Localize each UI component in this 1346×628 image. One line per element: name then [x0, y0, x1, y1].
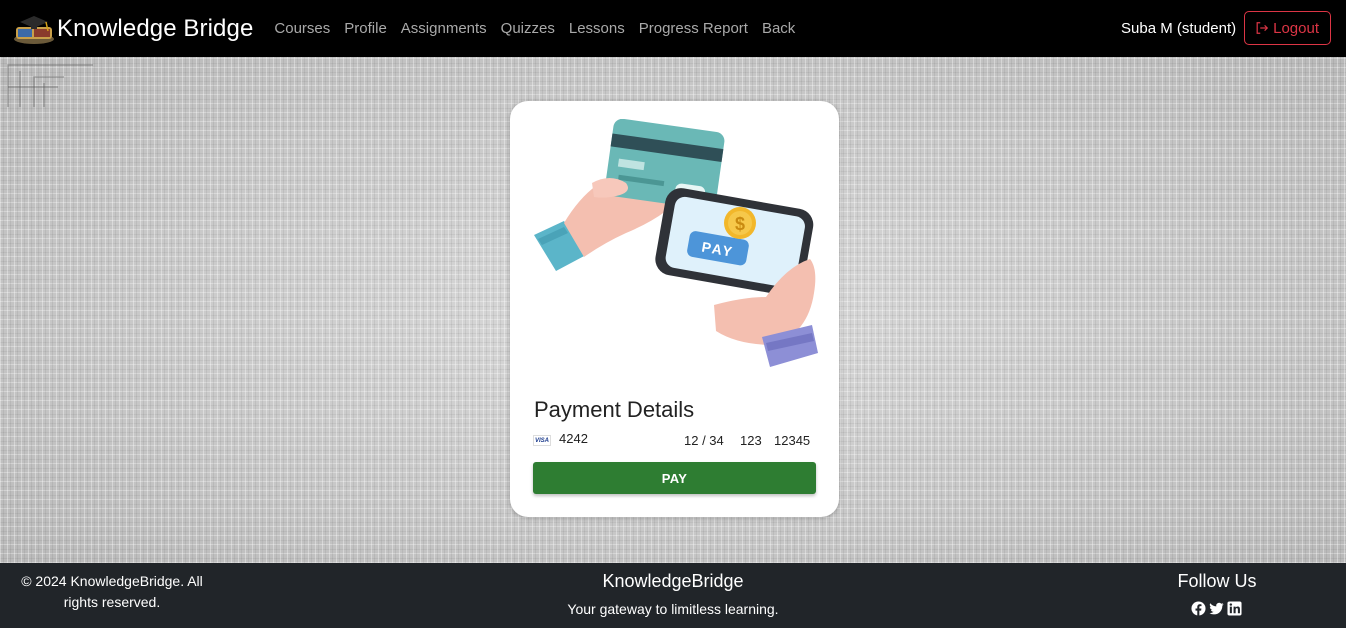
footer-tagline: Your gateway to limitless learning. — [567, 601, 779, 617]
brand-logo-icon — [14, 15, 54, 44]
top-navbar: Knowledge Bridge Courses Profile Assignm… — [0, 0, 1346, 57]
main-content: PAY $ Payment Details VISA 4242 12 / 34 … — [0, 57, 1346, 563]
brand-name: Knowledge Bridge — [57, 14, 254, 42]
svg-text:$: $ — [735, 214, 745, 234]
nav-link-back[interactable]: Back — [762, 20, 795, 37]
social-icons — [1191, 601, 1242, 616]
footer-brand: KnowledgeBridge — [602, 571, 744, 591]
nav-link-progress-report[interactable]: Progress Report — [639, 20, 748, 37]
payment-illustration: PAY $ — [534, 119, 818, 367]
logout-button[interactable]: Logout — [1244, 11, 1331, 45]
nav-link-quizzes[interactable]: Quizzes — [501, 20, 555, 37]
footer: © 2024 KnowledgeBridge. All rights reser… — [0, 563, 1346, 628]
card-zip-field[interactable]: 12345 — [774, 433, 810, 448]
nav-link-profile[interactable]: Profile — [344, 20, 387, 37]
pay-button[interactable]: PAY — [533, 462, 816, 494]
nav-link-courses[interactable]: Courses — [274, 20, 330, 37]
background-pattern-mark — [7, 64, 93, 107]
facebook-icon[interactable] — [1191, 601, 1206, 616]
current-user: Suba M (student) — [1121, 19, 1237, 37]
payment-card: PAY $ Payment Details VISA 4242 12 / 34 … — [510, 101, 839, 517]
nav-link-assignments[interactable]: Assignments — [401, 20, 487, 37]
card-cvc-field[interactable]: 123 — [740, 433, 762, 448]
follow-us-title: Follow Us — [1177, 571, 1257, 591]
visa-card-icon: VISA — [533, 435, 551, 446]
brand[interactable]: Knowledge Bridge — [12, 13, 253, 45]
card-number-field[interactable]: 4242 — [559, 431, 588, 446]
logout-label: Logout — [1273, 19, 1319, 37]
nav-user-area: Suba M (student) Logout — [1121, 11, 1331, 45]
payment-details-title: Payment Details — [534, 397, 695, 422]
nav-links: Courses Profile Assignments Quizzes Less… — [267, 20, 802, 37]
card-input-row[interactable]: VISA 4242 12 / 34 123 12345 — [533, 431, 813, 449]
twitter-icon[interactable] — [1209, 601, 1224, 616]
nav-link-lessons[interactable]: Lessons — [569, 20, 625, 37]
linkedin-icon[interactable] — [1227, 601, 1242, 616]
card-expiry-field[interactable]: 12 / 34 — [684, 433, 724, 448]
logout-icon — [1256, 22, 1269, 34]
